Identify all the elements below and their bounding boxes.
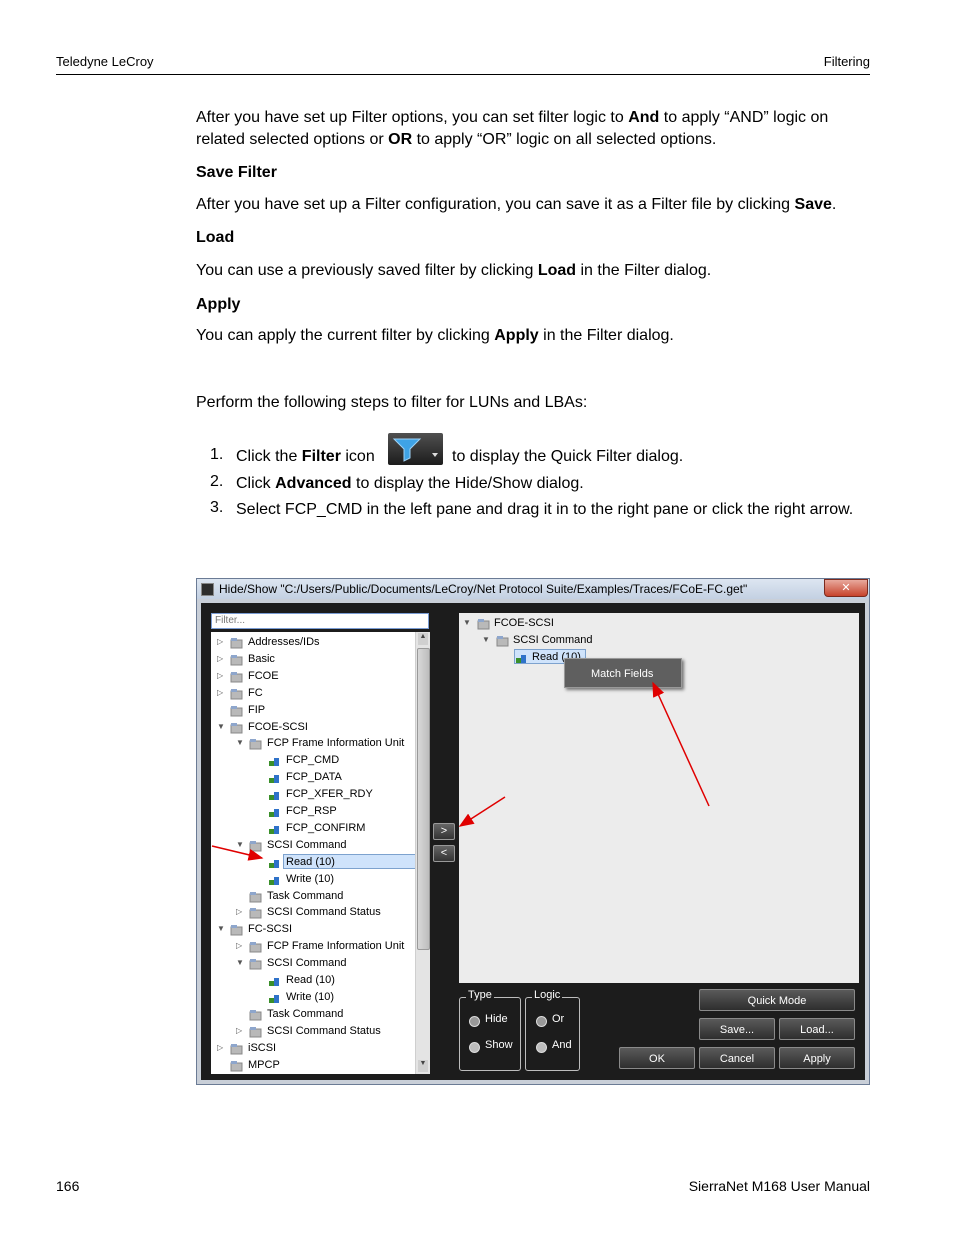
arrow-to-right-button xyxy=(458,796,506,827)
arrow-to-read xyxy=(211,845,264,861)
page-number: 166 xyxy=(56,1178,80,1194)
annotation-arrows xyxy=(211,681,710,861)
arrow-to-match-fields xyxy=(652,681,710,807)
manual-title: SierraNet M168 User Manual xyxy=(688,1178,870,1194)
